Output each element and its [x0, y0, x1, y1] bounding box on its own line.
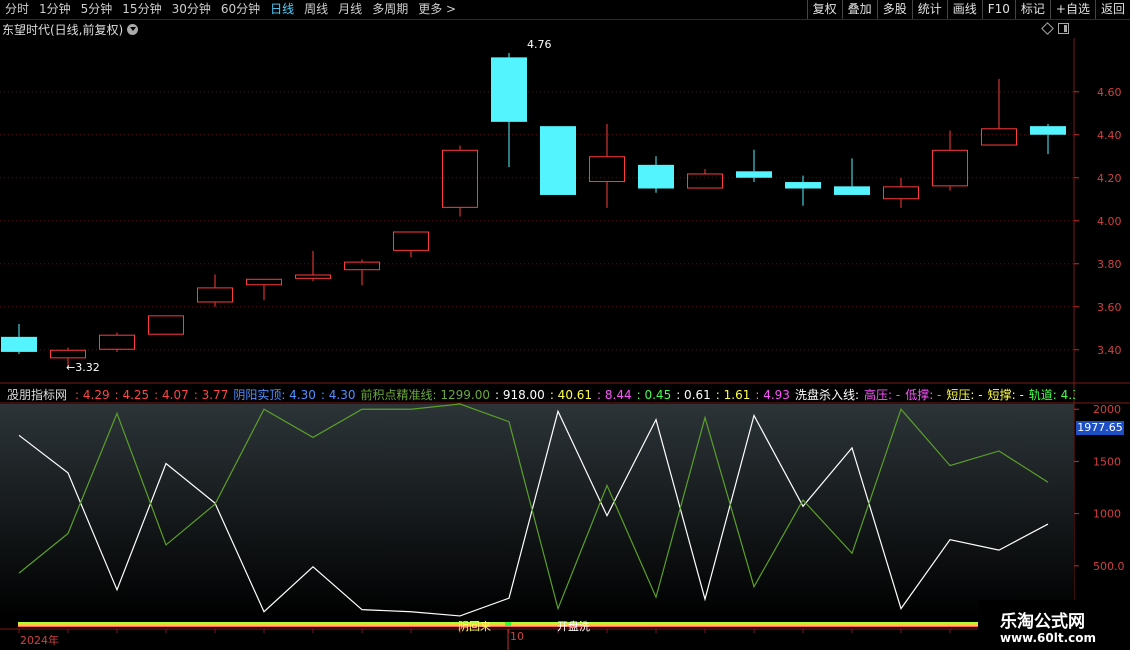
- indicator-value: : 4.30: [320, 387, 356, 402]
- candle-body-up: [883, 186, 919, 200]
- indicator-title: 股朋指标网: [7, 387, 68, 402]
- indicator-value: : 4.29: [75, 387, 110, 402]
- indicator-value: : 4.25: [114, 387, 150, 402]
- indicator-value: 洗盘杀入线:: [794, 387, 859, 402]
- candle-body-down: [540, 126, 576, 195]
- indicator-tick-label: 500.0: [1093, 560, 1125, 573]
- price-tick-label: 4.00: [1097, 215, 1122, 228]
- indicator-value: : 0.61: [676, 387, 711, 402]
- month-label: 10: [510, 630, 524, 643]
- candle-body-down: [1, 336, 37, 352]
- indicator-panel: 500.0 1000 1500 2000: [0, 402, 1130, 627]
- price-tick-label: 3.40: [1097, 344, 1122, 357]
- watermark-url: www.60lt.com: [1000, 631, 1097, 645]
- price-tick-label: 4.60: [1097, 86, 1122, 99]
- candle-body-up: [687, 173, 723, 189]
- indicator-tick-label: 1500: [1093, 455, 1121, 468]
- candle-body-up: [148, 315, 184, 335]
- signal-label: 阴回来: [458, 620, 491, 633]
- candle-body-up: [246, 278, 282, 286]
- indicator-current-value: 1977.65: [1076, 421, 1124, 435]
- indicator-background: [0, 404, 1074, 618]
- candle-body-down: [736, 171, 772, 178]
- indicator-values: : 4.29 : 4.25 : 4.07 : 3.77 阴阳实顶: 4.30 : 4.30…: [75, 386, 1075, 403]
- indicator-value: : 918.00: [494, 387, 545, 402]
- candle-body-up: [344, 261, 380, 271]
- high-price-label: 4.76: [527, 38, 552, 51]
- low-price-label: ←3.32: [66, 361, 100, 374]
- candle-body-up: [197, 287, 233, 303]
- candlestick-series: [1, 53, 1066, 367]
- indicator-header: 股朋指标网 : 4.29 : 4.25 : 4.07 : 3.77 阴阳实顶: 4.30…: [0, 385, 1075, 403]
- time-axis: [0, 628, 1074, 650]
- signal-label: 开盘洗: [557, 620, 590, 633]
- candle-body-up: [442, 149, 478, 208]
- candle-body-up: [393, 231, 429, 251]
- candle-body-up: [981, 128, 1017, 146]
- indicator-value: 短压: -: [946, 387, 983, 402]
- candle-body-down: [491, 57, 527, 122]
- chart-canvas[interactable]: 4.60 4.40 4.20 4.00 3.80 3.60 3.40 500.0 1000 15…: [0, 0, 1130, 650]
- indicator-value: 高压: -: [863, 387, 901, 402]
- candle-body-down: [1030, 126, 1066, 135]
- indicator-tick-label: 2000: [1093, 403, 1121, 416]
- candle-body-down: [785, 182, 821, 189]
- price-tick-label: 4.40: [1097, 129, 1122, 142]
- indicator-value: 阴阳实顶: 4.30: [233, 387, 316, 402]
- watermark-title: 乐淘公式网: [1000, 612, 1085, 632]
- price-axis: 4.60 4.40 4.20 4.00 3.80 3.60 3.40: [1074, 86, 1122, 357]
- indicator-value: 前积点精准线: 1299.00: [360, 387, 490, 402]
- indicator-value: : 40.61: [549, 387, 593, 402]
- signal-band: [18, 624, 978, 626]
- indicator-value: 轨道: 4.30: [1028, 387, 1075, 402]
- candle-body-up: [295, 274, 331, 279]
- signal-band: [18, 622, 978, 624]
- indicator-value: 短撑: -: [987, 387, 1024, 402]
- indicator-value: : 4.93: [755, 387, 790, 402]
- indicator-value: : 1.61: [715, 387, 751, 402]
- price-tick-label: 3.60: [1097, 301, 1122, 314]
- watermark: 乐淘公式网 www.60lt.com: [978, 600, 1130, 650]
- candle-body-up: [50, 349, 86, 359]
- indicator-value: 低撑: -: [905, 387, 942, 402]
- indicator-tick-label: 1000: [1093, 508, 1121, 521]
- indicator-value: : 8.44: [597, 387, 632, 402]
- indicator-value: : 3.77: [193, 387, 229, 402]
- year-label: 2024年: [20, 634, 59, 647]
- candle-body-up: [589, 156, 625, 183]
- candle-body-up: [932, 149, 968, 187]
- indicator-value: : 4.07: [154, 387, 189, 402]
- signal-marker: [505, 622, 511, 626]
- indicator-value: : 0.45: [636, 387, 672, 402]
- candle-body-down: [638, 164, 674, 189]
- candle-body-up: [99, 334, 135, 350]
- price-tick-label: 4.20: [1097, 172, 1122, 185]
- candle-body-down: [834, 186, 870, 195]
- signal-band: [18, 626, 978, 627]
- price-tick-label: 3.80: [1097, 258, 1122, 271]
